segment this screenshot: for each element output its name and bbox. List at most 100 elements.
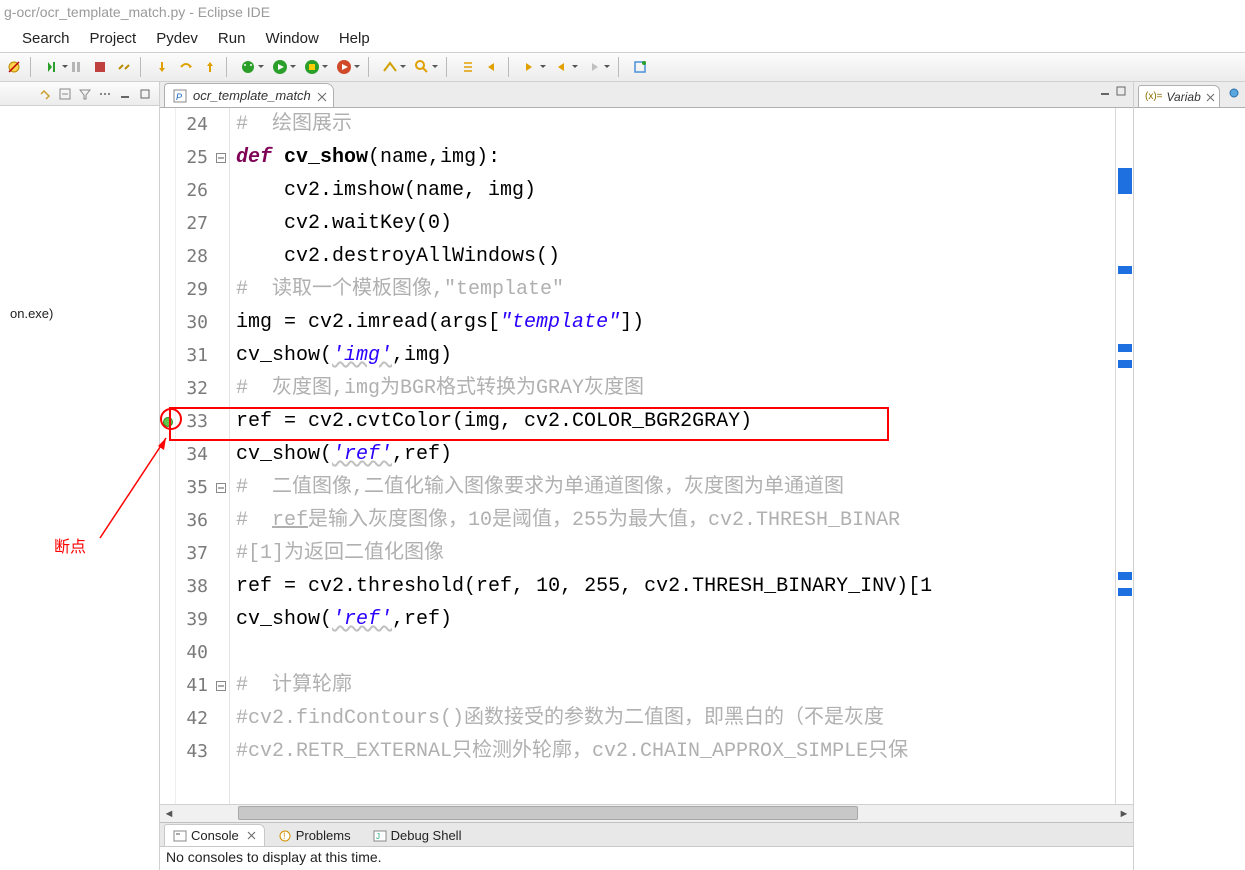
view-menu-icon[interactable] xyxy=(97,86,113,102)
suspend-icon[interactable] xyxy=(66,57,86,77)
code-line[interactable]: #[1]为返回二值化图像 xyxy=(236,537,1115,570)
editor-minimize-icon[interactable] xyxy=(1099,84,1111,102)
terminate-icon[interactable] xyxy=(90,57,110,77)
tab-debug-shell[interactable]: J Debug Shell xyxy=(364,824,471,846)
tab-label: ocr_template_match xyxy=(193,88,311,103)
menu-run[interactable]: Run xyxy=(214,28,250,49)
scroll-thumb[interactable] xyxy=(238,806,858,820)
code-line[interactable]: # ref是输入灰度图像，10是阈值，255为最大值，cv2.THRESH_BI… xyxy=(236,504,1115,537)
collapse-all-icon[interactable] xyxy=(57,86,73,102)
code-line[interactable]: #cv2.RETR_EXTERNAL只检测外轮廓，cv2.CHAIN_APPRO… xyxy=(236,735,1115,768)
ov-mark-4 xyxy=(1118,360,1132,368)
code-line[interactable]: img = cv2.imread(args["template"]) xyxy=(236,306,1115,339)
fold-toggle[interactable] xyxy=(214,141,228,174)
tab-console-label: Console xyxy=(191,828,239,843)
code-line[interactable]: ref = cv2.cvtColor(img, cv2.COLOR_BGR2GR… xyxy=(236,405,1115,438)
code-line[interactable]: # 灰度图,img为BGR格式转换为GRAY灰度图 xyxy=(236,372,1115,405)
close-tab-icon[interactable] xyxy=(317,90,327,105)
tab-debug-shell-label: Debug Shell xyxy=(391,828,462,843)
problems-icon: ! xyxy=(278,829,292,843)
breakpoint-marker[interactable] xyxy=(163,417,173,427)
left-pane-toolbar xyxy=(0,82,159,106)
code-line[interactable]: cv2.destroyAllWindows() xyxy=(236,240,1115,273)
code-line[interactable]: # 绘图展示 xyxy=(236,108,1115,141)
line-number: 38 xyxy=(176,570,214,603)
tab-ocr-template-match[interactable]: P ocr_template_match xyxy=(164,83,334,107)
coverage-button[interactable] xyxy=(302,57,322,77)
fold-toggle[interactable] xyxy=(214,669,228,702)
code-line[interactable]: cv_show('img',img) xyxy=(236,339,1115,372)
code-line[interactable]: cv_show('ref',ref) xyxy=(236,603,1115,636)
code-line[interactable]: cv_show('ref',ref) xyxy=(236,438,1115,471)
last-edit-icon[interactable] xyxy=(520,57,540,77)
line-number: 27 xyxy=(176,207,214,240)
breakpoints-view-icon[interactable] xyxy=(1227,86,1241,105)
tab-variables-label: Variab xyxy=(1167,90,1201,104)
prev-annotation-icon[interactable] xyxy=(482,57,502,77)
open-type-icon[interactable] xyxy=(380,57,400,77)
link-editor-icon[interactable] xyxy=(37,86,53,102)
debug-shell-icon: J xyxy=(373,829,387,843)
pin-editor-icon[interactable] xyxy=(630,57,650,77)
scroll-right-arrow[interactable]: ► xyxy=(1115,805,1133,823)
code-line[interactable]: cv2.imshow(name, img) xyxy=(236,174,1115,207)
menu-project[interactable]: Project xyxy=(86,28,141,49)
code-line[interactable] xyxy=(236,636,1115,669)
code-line[interactable]: #cv2.findContours()函数接受的参数为二值图，即黑白的（不是灰度 xyxy=(236,702,1115,735)
ov-mark-5 xyxy=(1118,572,1132,580)
run-button[interactable] xyxy=(270,57,290,77)
code-area[interactable]: # 绘图展示def cv_show(name,img): cv2.imshow(… xyxy=(230,108,1115,804)
workbench: on.exe) P ocr_template_match 24252627282… xyxy=(0,82,1245,870)
debug-button[interactable] xyxy=(238,57,258,77)
skip-breakpoints-icon[interactable] xyxy=(4,57,24,77)
line-number: 36 xyxy=(176,504,214,537)
run-last-button[interactable] xyxy=(334,57,354,77)
tab-variables[interactable]: (x)= Variab xyxy=(1138,85,1220,107)
line-number-gutter: 2425262728293031323334353637383940414243 xyxy=(176,108,230,804)
ov-mark-1 xyxy=(1118,168,1132,194)
fold-toggle[interactable] xyxy=(214,471,228,504)
line-number: 34 xyxy=(176,438,214,471)
code-line[interactable]: cv2.waitKey(0) xyxy=(236,207,1115,240)
tab-problems[interactable]: ! Problems xyxy=(269,824,360,846)
editor-tabs: P ocr_template_match xyxy=(160,82,1133,108)
code-line[interactable]: ref = cv2.threshold(ref, 10, 255, cv2.TH… xyxy=(236,570,1115,603)
resume-icon[interactable] xyxy=(42,57,62,77)
step-into-icon[interactable] xyxy=(152,57,172,77)
code-line[interactable]: # 计算轮廓 xyxy=(236,669,1115,702)
minimize-pane-icon[interactable] xyxy=(117,86,133,102)
search-icon[interactable] xyxy=(412,57,432,77)
step-over-icon[interactable] xyxy=(176,57,196,77)
scroll-left-arrow[interactable]: ◄ xyxy=(160,805,178,823)
editor[interactable]: 2425262728293031323334353637383940414243… xyxy=(160,108,1115,804)
line-number: 28 xyxy=(176,240,214,273)
code-line[interactable]: def cv_show(name,img): xyxy=(236,141,1115,174)
bottom-tabs: Console ! Problems J Debug Shell xyxy=(160,823,1133,847)
ov-mark-2 xyxy=(1118,266,1132,274)
tab-console[interactable]: Console xyxy=(164,824,265,846)
back-icon[interactable] xyxy=(552,57,572,77)
ov-mark-6 xyxy=(1118,588,1132,596)
forward-icon[interactable] xyxy=(584,57,604,77)
editor-maximize-icon[interactable] xyxy=(1115,84,1127,102)
code-line[interactable]: # 二值图像,二值化输入图像要求为单通道图像，灰度图为单通道图 xyxy=(236,471,1115,504)
close-variables-tab-icon[interactable] xyxy=(1206,91,1215,105)
menu-pydev[interactable]: Pydev xyxy=(152,28,202,49)
svg-text:!: ! xyxy=(283,831,286,841)
menu-help[interactable]: Help xyxy=(335,28,374,49)
next-annotation-icon[interactable] xyxy=(458,57,478,77)
menu-window[interactable]: Window xyxy=(261,28,322,49)
filter-icon[interactable] xyxy=(77,86,93,102)
menu-search[interactable]: Search xyxy=(18,28,74,49)
code-line[interactable]: # 读取一个模板图像,"template" xyxy=(236,273,1115,306)
disconnect-icon[interactable] xyxy=(114,57,134,77)
variables-icon: (x)= xyxy=(1145,91,1163,102)
maximize-pane-icon[interactable] xyxy=(137,86,153,102)
step-return-icon[interactable] xyxy=(200,57,220,77)
left-pane-body: on.exe) xyxy=(0,106,159,331)
overview-ruler[interactable] xyxy=(1115,108,1133,804)
breakpoint-ruler[interactable] xyxy=(160,108,176,804)
horizontal-scrollbar[interactable]: ◄ ► xyxy=(160,804,1133,822)
close-console-tab-icon[interactable] xyxy=(247,828,256,843)
line-number: 30 xyxy=(176,306,214,339)
